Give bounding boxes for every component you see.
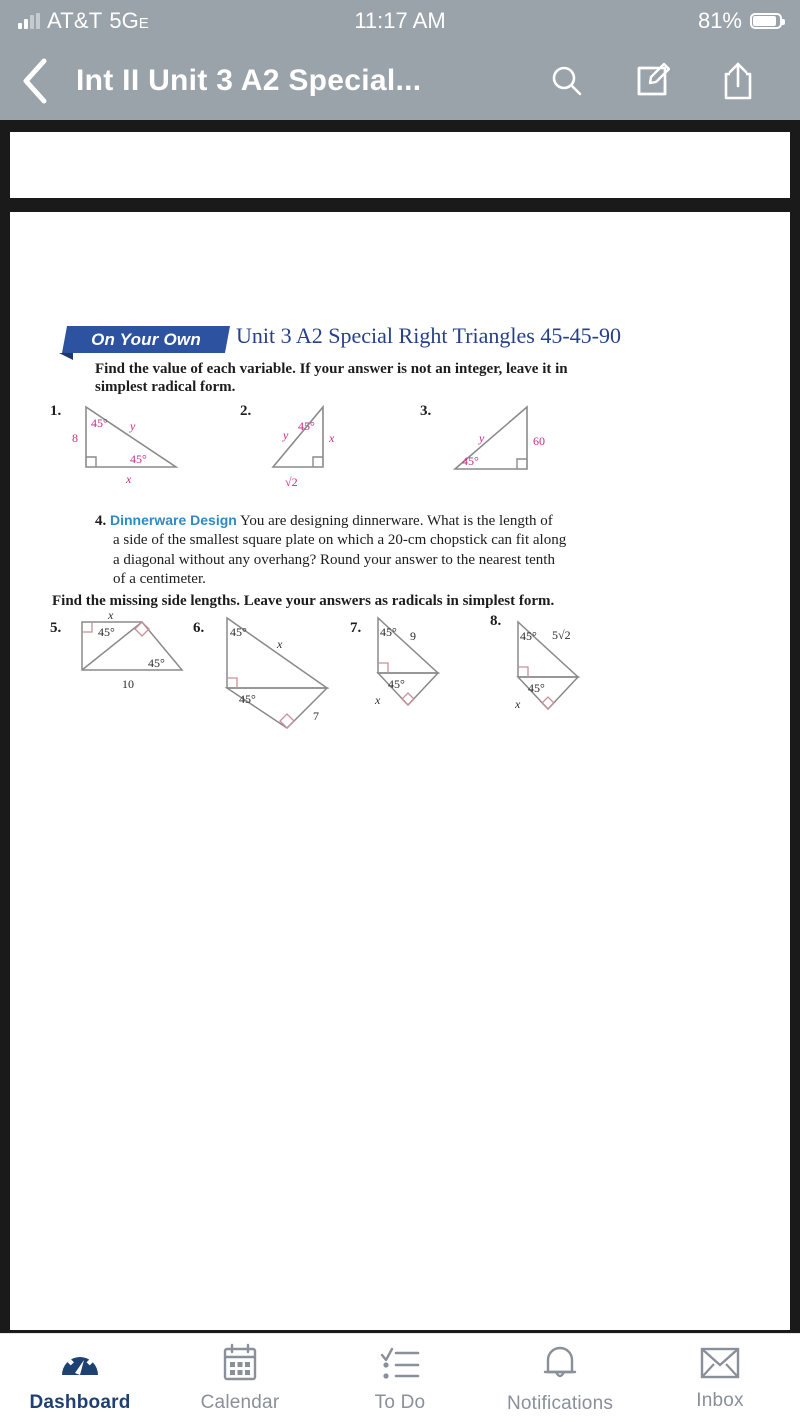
problem-number-5: 5. [50, 619, 62, 636]
tab-dashboard[interactable]: Dashboard [0, 1343, 160, 1414]
bell-icon [543, 1346, 577, 1377]
label-base-x-1: x [125, 472, 132, 486]
calendar-icon [223, 1343, 257, 1380]
label-angle-top-7: 45° [380, 625, 397, 639]
share-icon [724, 62, 752, 100]
label-hyp-5sqrt2: 5√2 [552, 628, 571, 642]
label-side-7: 7 [313, 709, 319, 723]
checklist-icon [380, 1347, 420, 1379]
label-angle-low-6: 45° [239, 692, 256, 706]
tab-label-todo: To Do [374, 1391, 426, 1413]
bottom-tab-bar: Dashboard Calendar To Do Notifications I… [0, 1333, 800, 1422]
label-angle-bottom-1: 45° [130, 452, 147, 466]
tab-notifications[interactable]: Notifications [480, 1342, 640, 1415]
navigation-bar: Int II Unit 3 A2 Special... [0, 42, 800, 120]
status-bar-right: 81% [697, 8, 785, 34]
search-button[interactable] [550, 64, 584, 98]
on-your-own-banner: On Your Own [62, 326, 230, 353]
tab-label-calendar: Calendar [200, 1391, 280, 1413]
label-leg-60: 60 [533, 434, 545, 448]
document-page-previous [10, 132, 790, 198]
worksheet-content: On Your Own Unit 3 A2 Special Right Tria… [50, 322, 690, 760]
label-angle-top-6: 45° [230, 625, 247, 639]
search-icon [552, 66, 582, 96]
page-title: Int II Unit 3 A2 Special... [76, 64, 422, 97]
problem-number-1: 1. [50, 402, 62, 419]
label-leg-8: 8 [72, 431, 78, 445]
instruction-text-2: Find the missing side lengths. Leave you… [52, 592, 555, 609]
problem-4-line-3: a diagonal without any overhang? Round y… [113, 551, 555, 568]
instruction-text-1: Find the value of each variable. If your… [95, 361, 568, 396]
label-angle-top-8: 45° [520, 629, 537, 643]
label-angle-low-8: 45° [528, 681, 545, 695]
figure-problem-8: 45° 5√2 45° x [500, 610, 640, 740]
tab-label-inbox: Inbox [696, 1389, 744, 1411]
label-side-x-8: x [514, 697, 521, 711]
label-angle-b-5: 45° [148, 656, 165, 670]
problem-4: 4. Dinnerware Design You are designing d… [95, 511, 635, 590]
label-angle-low-7: 45° [388, 677, 405, 691]
figure-problem-3: y 60 45° [435, 397, 575, 502]
tab-inbox[interactable]: Inbox [640, 1345, 800, 1412]
worksheet-sheet: On Your Own Unit 3 A2 Special Right Tria… [10, 212, 790, 1330]
ribbon-tail [59, 353, 73, 360]
chevron-left-icon [23, 58, 47, 104]
label-hyp-y-2: y [282, 428, 289, 442]
app-root: AT&T 5GE 11:17 AM 81% Int II Unit 3 A2 S… [0, 0, 800, 1422]
envelope-icon [700, 1347, 740, 1378]
annotate-icon [637, 62, 670, 96]
figure-problem-1: 8 45° y 45° x [68, 397, 208, 502]
problem-4-title: Dinnerware Design [110, 511, 237, 528]
label-side-x-7: x [374, 693, 381, 707]
label-angle-top-1: 45° [91, 416, 108, 430]
label-angle-3: 45° [462, 454, 479, 468]
label-angle-a-5: 45° [98, 625, 115, 639]
problem-number-2: 2. [240, 402, 252, 419]
annotate-button[interactable] [636, 62, 670, 100]
label-hyp-y-1: y [129, 419, 136, 433]
problem-number-6: 6. [193, 619, 205, 636]
label-base-10: 10 [122, 677, 134, 691]
figure-problem-7: 45° 9 45° x [360, 610, 500, 740]
status-bar-clock: 11:17 AM [354, 8, 446, 33]
label-base-2: √2 [285, 475, 298, 489]
label-hyp-y-3: y [478, 431, 485, 445]
nav-actions [550, 61, 800, 101]
worksheet-title: Unit 3 A2 Special Right Triangles 45-45-… [236, 323, 621, 348]
document-viewer[interactable]: On Your Own Unit 3 A2 Special Right Tria… [0, 120, 800, 1333]
document-page-current: On Your Own Unit 3 A2 Special Right Tria… [10, 212, 790, 1330]
tab-label-notifications: Notifications [506, 1392, 614, 1414]
problem-number-4: 4. [95, 512, 107, 529]
problem-row-1: 1. 8 45° y 45° x 2. y 45° x √2 3. y 60 4… [50, 397, 690, 505]
figure-problem-2: y 45° x √2 [255, 397, 385, 502]
problem-4-line-2: a side of the smallest square plate on w… [113, 532, 567, 549]
figure-problem-5: x 45° 45° 10 [64, 608, 194, 725]
battery-icon [750, 13, 785, 29]
battery-percent-label: 81% [697, 8, 742, 33]
worksheet-header: On Your Own Unit 3 A2 Special Right Tria… [50, 322, 690, 360]
tab-todo[interactable]: To Do [320, 1343, 480, 1414]
share-button[interactable] [722, 61, 754, 101]
figure-problem-6: 45° x 45° 7 [205, 610, 355, 760]
back-button[interactable] [0, 58, 70, 104]
label-top-x-5: x [107, 610, 114, 622]
label-angle-top-2: 45° [298, 419, 315, 433]
problem-4-line-1: You are designing dinnerware. What is th… [240, 512, 553, 529]
label-hyp-9: 9 [410, 629, 416, 643]
problem-4-line-4: of a centimeter. [113, 571, 206, 588]
tab-label-dashboard: Dashboard [29, 1391, 131, 1413]
status-bar: AT&T 5GE 11:17 AM 81% [0, 0, 800, 42]
label-leg-x-2: x [328, 431, 335, 445]
problem-number-3: 3. [420, 402, 432, 419]
label-hyp-x-6: x [276, 637, 283, 651]
tab-calendar[interactable]: Calendar [160, 1343, 320, 1414]
problem-row-2: 5. x 45° 45° 10 6. 45° x 45° 7 7. 45° 9 … [50, 608, 690, 760]
dashboard-gauge-icon [62, 1350, 98, 1375]
